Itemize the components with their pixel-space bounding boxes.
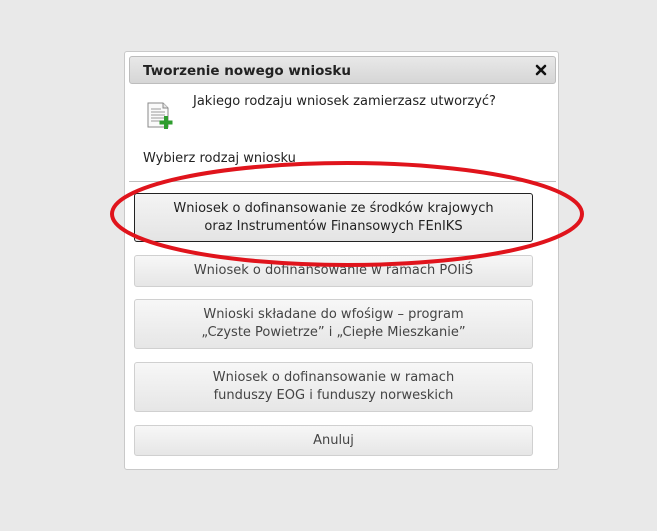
cancel-button[interactable]: Anuluj	[134, 425, 533, 456]
dialog-question: Jakiego rodzaju wniosek zamierzasz utwor…	[193, 94, 496, 109]
cancel-label: Anuluj	[313, 432, 354, 448]
dialog-title: Tworzenie nowego wniosku	[143, 63, 351, 79]
option-line: Wniosek o dofinansowanie w ramach	[212, 370, 455, 385]
option-wfosigw-button[interactable]: Wnioski składane do wfośigw – program „C…	[134, 299, 533, 349]
option-line: Wnioski składane do wfośigw – program	[203, 307, 464, 322]
choose-type-label: Wybierz rodzaj wniosku	[143, 151, 296, 166]
option-line: Wniosek o dofinansowanie w ramach POIiŚ	[193, 263, 474, 278]
dialog-titlebar: Tworzenie nowego wniosku	[129, 56, 556, 84]
option-line: „Czyste Powietrze” i „Ciepłe Mieszkanie”	[201, 325, 466, 340]
option-line: Wniosek o dofinansowanie ze środków kraj…	[173, 200, 494, 216]
close-icon[interactable]	[534, 63, 548, 77]
option-poiis-button[interactable]: Wniosek o dofinansowanie w ramach POIiŚ	[134, 255, 533, 287]
option-feniks-button[interactable]: Wniosek o dofinansowanie ze środków kraj…	[134, 193, 533, 242]
option-line: funduszy EOG i funduszy norweskich	[213, 388, 454, 403]
option-line: oraz Instrumentów Finansowych FEnIKS	[204, 218, 463, 234]
separator	[129, 181, 556, 182]
create-application-dialog: Tworzenie nowego wniosku Jakiego rodzaju…	[124, 51, 559, 470]
option-eog-button[interactable]: Wniosek o dofinansowanie w ramach fundus…	[134, 362, 533, 412]
document-add-icon	[147, 102, 173, 129]
